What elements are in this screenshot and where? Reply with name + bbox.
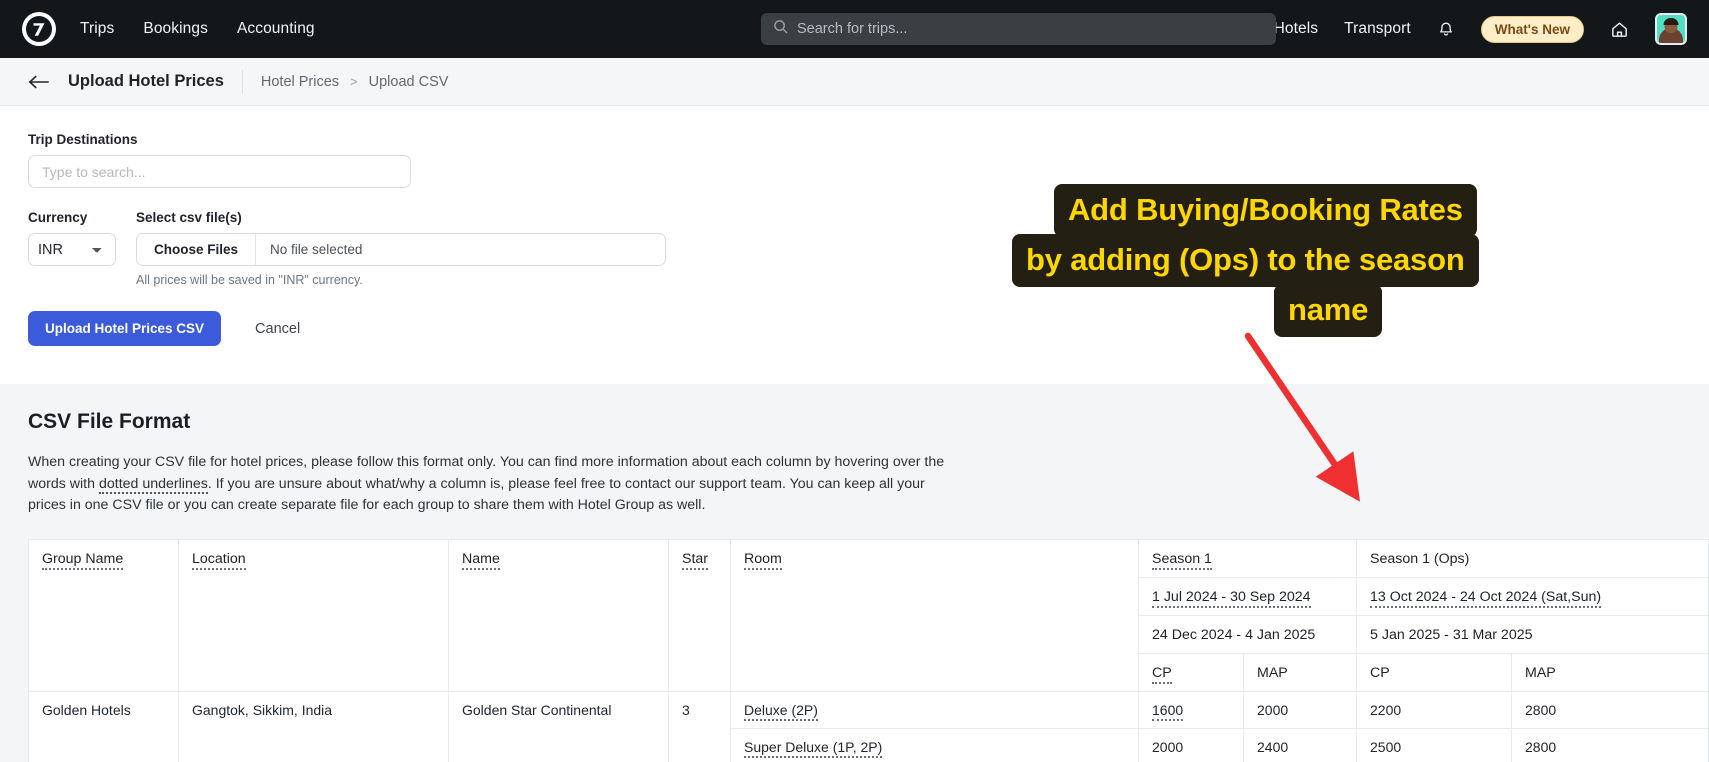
primary-nav: Trips Bookings Accounting [80,20,315,38]
currency-hint: All prices will be saved in "INR" curren… [136,273,666,287]
td-name: Golden Star Continental [449,691,669,762]
season1-range2-label: 24 Dec 2024 - 4 Jan 2025 [1152,627,1315,643]
td-s1-cp: 1600 [1139,691,1244,728]
td-season1ops-range1: 13 Oct 2024 - 24 Oct 2024 (Sat,Sun) [1357,577,1709,615]
th-s1ops-cp-label: CP [1370,665,1390,681]
th-group-name: Group Name [29,539,179,691]
trip-destinations-label: Trip Destinations [28,132,1681,147]
th-s1-map: MAP [1244,653,1357,691]
upload-form: Trip Destinations Currency INR Select cs… [0,106,1709,384]
upload-hotel-prices-csv-button[interactable]: Upload Hotel Prices CSV [28,311,221,346]
form-actions: Upload Hotel Prices CSV Cancel [28,311,1681,346]
seven-logo-icon[interactable] [22,12,56,46]
th-room-label: Room [744,551,782,570]
currency-select[interactable]: INR [28,233,116,266]
no-file-selected-text: No file selected [256,242,362,257]
td-room: Deluxe (2P) [731,691,1139,728]
home-icon[interactable] [1610,20,1629,39]
th-season1-ops: Season 1 (Ops) [1357,539,1709,577]
th-star: Star [669,539,731,691]
th-s1-map-label: MAP [1257,665,1288,681]
breadcrumb-item-hotel-prices[interactable]: Hotel Prices [261,74,339,90]
bell-icon[interactable] [1437,20,1455,38]
td-location: Gangtok, Sikkim, India [179,691,449,762]
navbar-right: Hotels Transport What's New [1274,13,1687,45]
breadcrumb-separator-icon: > [350,74,358,89]
cancel-button[interactable]: Cancel [255,321,300,337]
dotted-underlines-term: dotted underlines [99,476,208,494]
nav-link-trips[interactable]: Trips [80,20,114,38]
td-s1-map: 2000 [1244,691,1357,728]
table-row: Golden Hotels Gangtok, Sikkim, India Gol… [29,691,1709,728]
search-input[interactable] [797,21,1264,37]
td-room-label: Deluxe (2P) [744,702,818,721]
th-s1ops-map-label: MAP [1525,665,1556,681]
nav-link-bookings[interactable]: Bookings [143,20,208,38]
th-name-label: Name [462,551,500,570]
table-header-row-1: Group Name Location Name Star Room Seaso… [29,539,1709,577]
th-group-name-label: Group Name [42,551,123,570]
trip-destinations-input[interactable] [28,155,411,188]
th-location: Location [179,539,449,691]
breadcrumb-item-upload-csv: Upload CSV [369,74,449,90]
td-s1-cp-value: 1600 [1152,702,1183,721]
th-season1: Season 1 [1139,539,1357,577]
top-navbar: Trips Bookings Accounting Hotels Transpo… [0,0,1709,58]
nav-link-accounting[interactable]: Accounting [237,20,315,38]
th-season1-label: Season 1 [1152,551,1212,570]
page-title: Upload Hotel Prices [68,72,224,91]
csv-format-description: When creating your CSV file for hotel pr… [28,452,948,517]
csv-format-section: CSV File Format When creating your CSV f… [0,384,1709,762]
csv-format-table-wrap: Group Name Location Name Star Room Seaso… [28,539,1681,762]
th-s1ops-map: MAP [1512,653,1709,691]
td-season1-range2: 24 Dec 2024 - 4 Jan 2025 [1139,615,1357,653]
td-star: 3 [669,691,731,762]
choose-files-button[interactable]: Choose Files [137,234,256,265]
td-room: Super Deluxe (1P, 2P) [731,728,1139,762]
td-group-name: Golden Hotels [29,691,179,762]
th-room: Room [731,539,1139,691]
header-divider [242,70,243,94]
td-s1ops-map: 2800 [1512,691,1709,728]
arrow-left-icon[interactable] [28,74,50,90]
app-root: Trips Bookings Accounting Hotels Transpo… [0,0,1709,762]
season1ops-range2-label: 5 Jan 2025 - 31 Mar 2025 [1370,627,1532,643]
file-group: Select csv file(s) Choose Files No file … [136,210,666,287]
td-s1-map: 2400 [1244,728,1357,762]
th-s1-cp: CP [1139,653,1244,691]
season1-range1-label: 1 Jul 2024 - 30 Sep 2024 [1152,589,1311,608]
td-s1ops-cp: 2200 [1357,691,1512,728]
th-s1-cp-label: CP [1152,665,1172,684]
td-s1ops-cp: 2500 [1357,728,1512,762]
th-star-label: Star [682,551,708,570]
select-csv-label: Select csv file(s) [136,210,666,225]
season1ops-range1-label: 13 Oct 2024 - 24 Oct 2024 (Sat,Sun) [1370,589,1601,608]
th-season1-ops-label: Season 1 (Ops) [1370,551,1469,567]
td-season1ops-range2: 5 Jan 2025 - 31 Mar 2025 [1357,615,1709,653]
td-season1-range1: 1 Jul 2024 - 30 Sep 2024 [1139,577,1357,615]
th-s1ops-cp: CP [1357,653,1512,691]
th-name: Name [449,539,669,691]
td-room-label: Super Deluxe (1P, 2P) [744,739,882,758]
global-search[interactable] [761,13,1276,45]
file-picker[interactable]: Choose Files No file selected [136,233,666,266]
currency-group: Currency INR [28,210,116,266]
currency-and-file-row: Currency INR Select csv file(s) Choose F… [28,210,1681,287]
avatar[interactable] [1655,13,1687,45]
td-s1-cp: 2000 [1139,728,1244,762]
nav-link-hotels[interactable]: Hotels [1274,20,1319,38]
nav-link-transport[interactable]: Transport [1344,20,1411,38]
csv-format-table: Group Name Location Name Star Room Seaso… [28,539,1709,762]
search-icon [773,19,788,39]
currency-label: Currency [28,210,116,225]
csv-format-title: CSV File Format [28,410,1681,434]
page-header: Upload Hotel Prices Hotel Prices > Uploa… [0,58,1709,106]
th-location-label: Location [192,551,246,570]
avatar-hair [1664,18,1679,25]
whats-new-button[interactable]: What's New [1481,16,1584,43]
td-s1ops-map: 2800 [1512,728,1709,762]
breadcrumb: Hotel Prices > Upload CSV [261,74,449,90]
